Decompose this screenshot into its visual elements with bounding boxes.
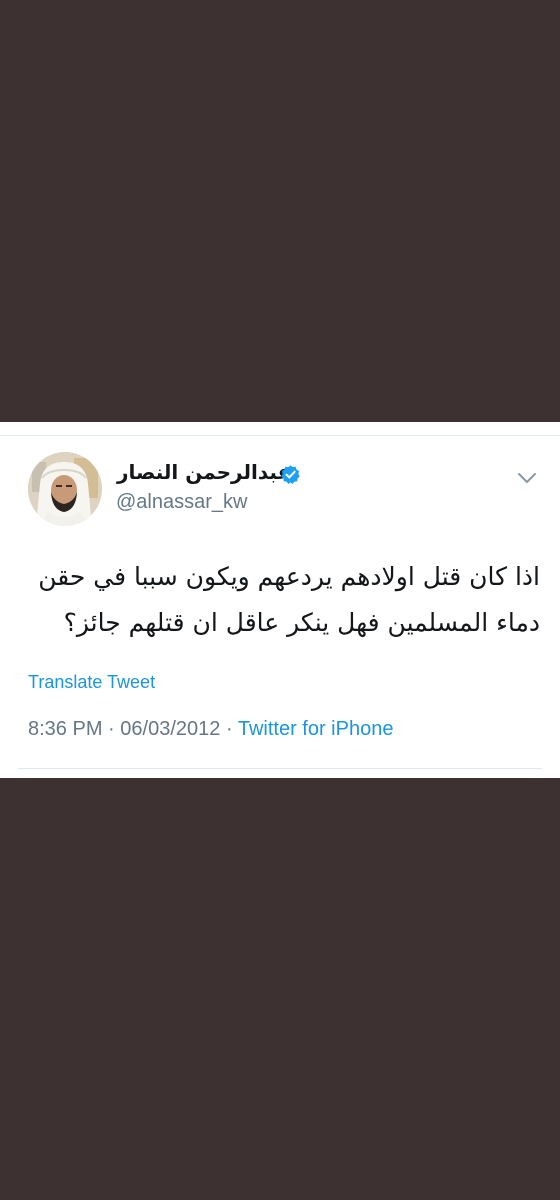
tweet-card: عبدالرحمن النصار @alnassar_kw اذا كان قت… xyxy=(0,422,560,778)
meta-separator: · xyxy=(225,718,233,740)
tweet-source-link[interactable]: Twitter for iPhone xyxy=(238,718,394,740)
chevron-down-icon[interactable] xyxy=(516,470,538,486)
divider-top xyxy=(0,435,560,436)
display-name[interactable]: عبدالرحمن النصار xyxy=(117,460,291,486)
translate-tweet-link[interactable]: Translate Tweet xyxy=(28,672,155,693)
background-top xyxy=(0,0,560,422)
tweet-text: اذا كان قتل اولادهم يردعهم ويكون سببا في… xyxy=(38,562,540,637)
user-handle[interactable]: @alnassar_kw xyxy=(116,491,247,514)
tweet-time[interactable]: 8:36 PM xyxy=(28,718,102,740)
background-bottom xyxy=(0,778,560,1200)
verified-badge-icon xyxy=(281,465,300,484)
tweet-meta: 8:36 PM · 06/03/2012 · Twitter for iPhon… xyxy=(28,718,393,741)
meta-separator: · xyxy=(108,718,115,740)
avatar[interactable] xyxy=(28,452,102,526)
divider-bottom xyxy=(18,768,542,769)
avatar-photo xyxy=(28,452,102,526)
tweet-date[interactable]: 06/03/2012 xyxy=(120,718,220,740)
